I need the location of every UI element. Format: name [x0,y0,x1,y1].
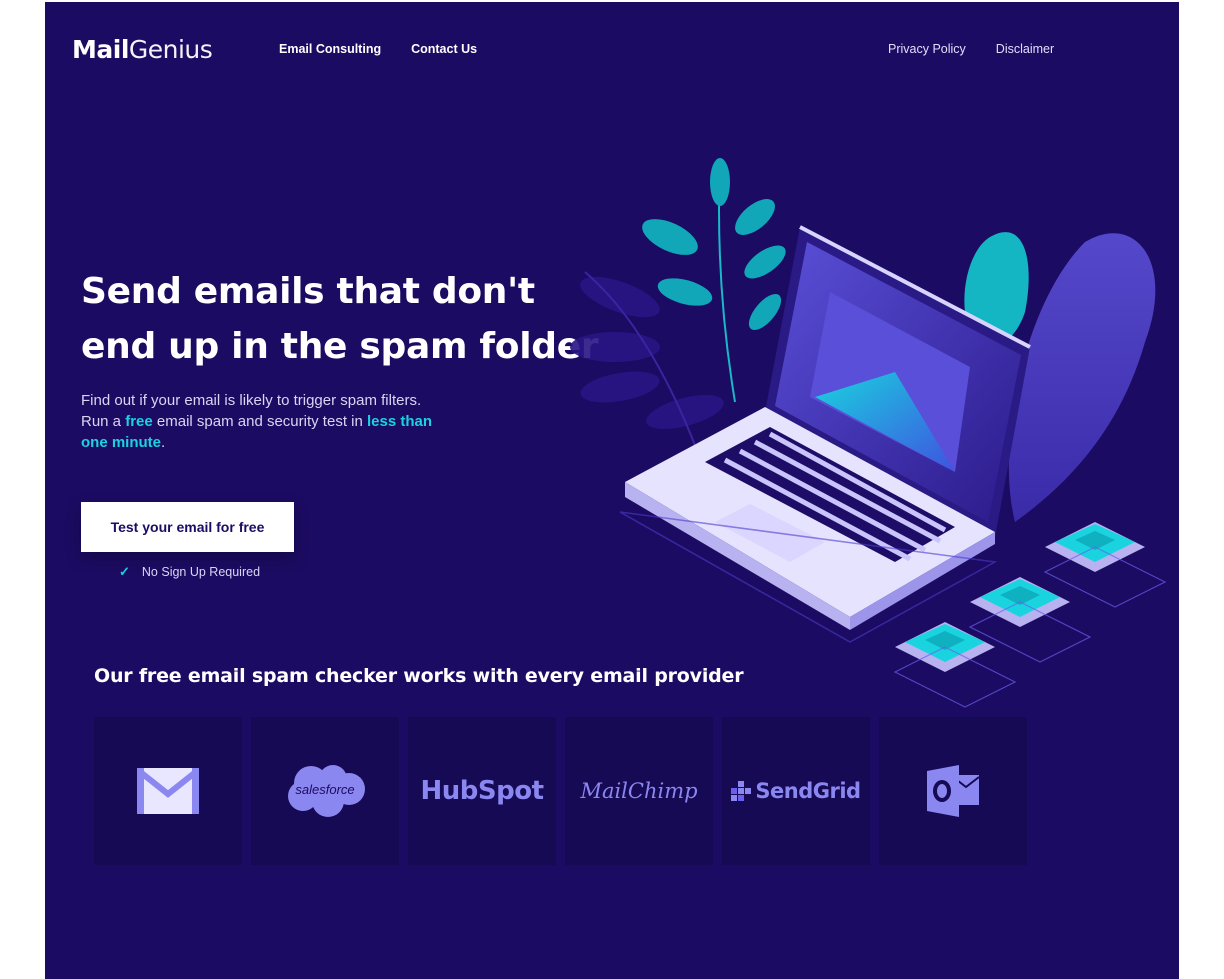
mailgenius-logo[interactable]: MailGenius [72,35,213,64]
provider-card-outlook[interactable] [879,717,1027,865]
provider-list: salesforce HubSpot MailChimp SendGrid [94,717,1027,865]
no-signup-note: ✓ No Sign Up Required [119,564,261,579]
hero-subtitle: Find out if your email is likely to trig… [81,392,433,451]
provider-card-sendgrid[interactable]: SendGrid [722,717,870,865]
check-icon: ✓ [119,564,130,579]
highlight-free: free [125,413,153,430]
leaf-right-large [1008,233,1156,522]
nav-privacy-policy[interactable]: Privacy Policy [888,42,966,56]
nav-disclaimer[interactable]: Disclaimer [996,42,1054,56]
provider-card-mailchimp[interactable]: MailChimp [565,717,713,865]
sendgrid-logo: SendGrid [755,779,861,803]
salesforce-logo: salesforce [288,765,365,817]
svg-text:salesforce: salesforce [295,782,354,797]
providers-title: Our free email spam checker works with e… [94,665,744,687]
hero-title: Send emails that don't end up in the spa… [81,271,599,367]
nav-contact-us[interactable]: Contact Us [411,42,477,56]
sendgrid-icon [731,781,752,801]
provider-card-gmail[interactable] [94,717,242,865]
legal-nav: Privacy Policy Disclaimer [888,42,1054,56]
nav-email-consulting[interactable]: Email Consulting [279,42,381,56]
gmail-icon [137,768,199,814]
laptop-illustration [570,158,1167,708]
hubspot-logo: HubSpot [420,776,544,806]
outlook-icon [927,765,980,817]
test-email-button[interactable]: Test your email for free [81,502,294,552]
mailchimp-logo: MailChimp [580,779,698,803]
provider-card-hubspot[interactable]: HubSpot [408,717,556,865]
provider-card-salesforce[interactable]: salesforce [251,717,399,865]
page: MailGenius Email Consulting Contact Us P… [45,2,1179,979]
main-nav: Email Consulting Contact Us [279,42,477,56]
